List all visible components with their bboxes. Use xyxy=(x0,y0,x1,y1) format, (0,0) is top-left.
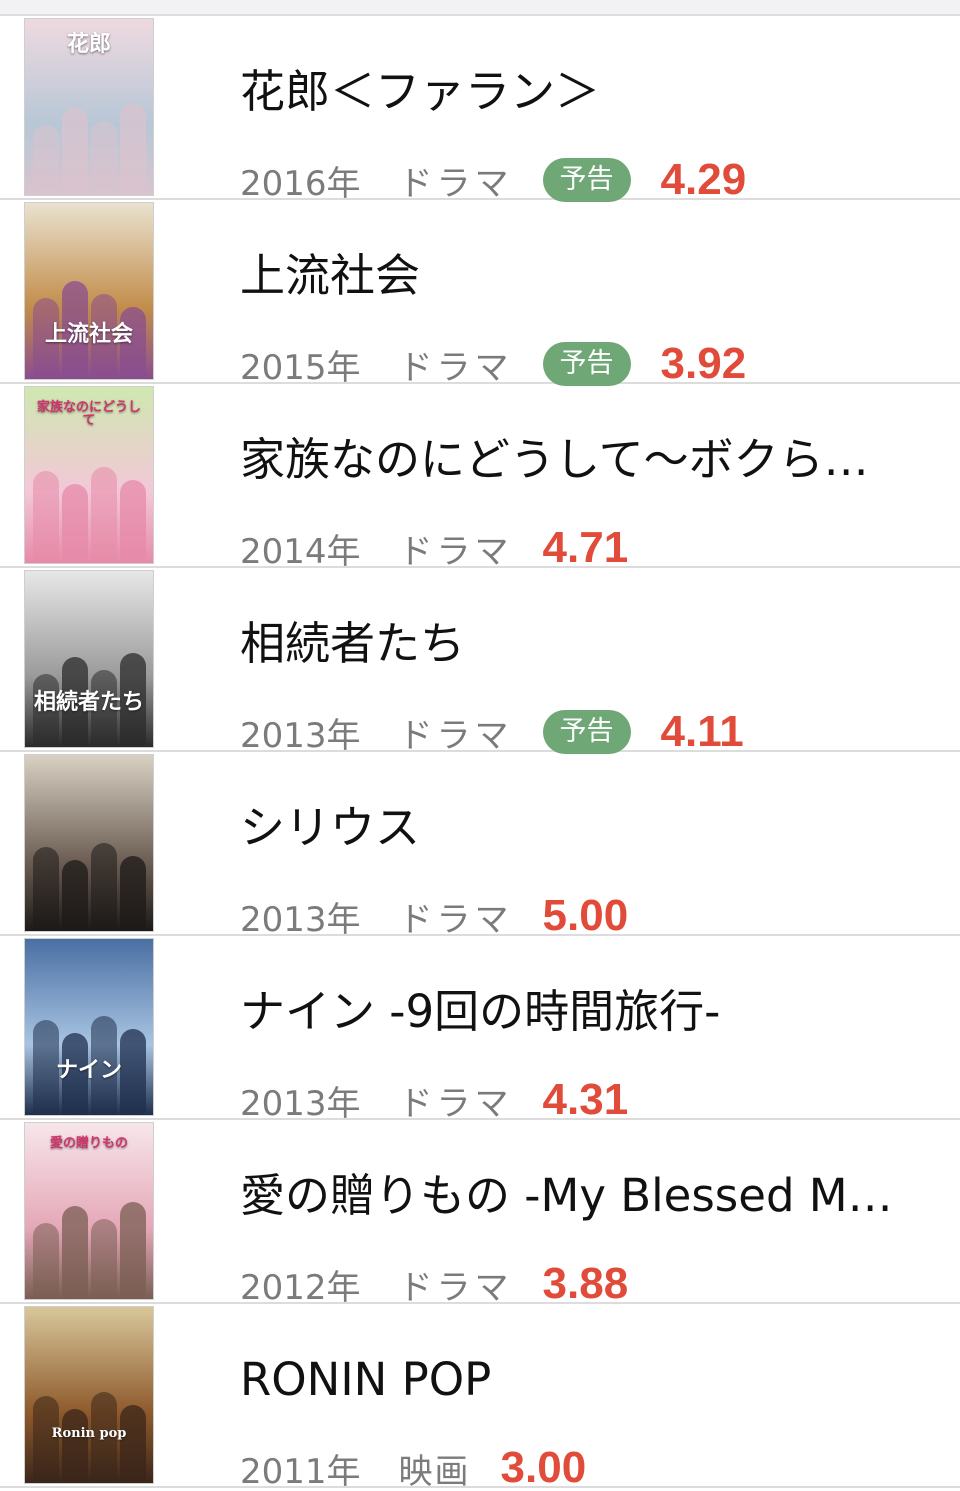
item-genre: ドラマ xyxy=(398,1083,513,1124)
trailer-badge[interactable]: 予告 xyxy=(542,158,631,202)
poster-figures xyxy=(25,461,153,563)
poster-title-text: 相続者たち xyxy=(33,689,144,715)
item-title: 花郎＜ファラン＞ xyxy=(240,65,601,118)
poster-thumbnail[interactable]: 相続者たち xyxy=(24,570,154,748)
poster-thumbnail[interactable] xyxy=(24,754,154,932)
poster-thumbnail[interactable]: Ronin pop xyxy=(24,1306,154,1484)
poster-title-text: ナイン xyxy=(55,1057,122,1083)
poster-figure xyxy=(120,1405,146,1483)
item-title: RONIN POP xyxy=(240,1353,492,1406)
poster-thumbnail[interactable]: 花郎 xyxy=(24,18,154,196)
item-genre: 映画 xyxy=(398,1451,471,1491)
poster-figure xyxy=(91,467,117,563)
poster-figures xyxy=(25,829,153,931)
item-title: 相続者たち xyxy=(240,617,466,670)
item-year: 2015年 xyxy=(240,347,361,388)
item-title: 家族なのにどうして〜ボクら… xyxy=(240,433,869,486)
item-rating: 5.00 xyxy=(542,891,629,940)
list-item[interactable]: 相続者たち 相続者たち 2013年 ドラマ 予告 4.11 xyxy=(0,568,960,756)
list-item[interactable]: 愛の贈りもの 愛の贈りもの -My Blessed M… 2012年 ドラマ 3… xyxy=(0,1120,960,1308)
poster-figure xyxy=(91,121,117,195)
item-genre: ドラマ xyxy=(398,1267,513,1308)
poster-title-text: Ronin pop xyxy=(51,1426,127,1441)
poster-figure xyxy=(33,471,59,563)
poster-figure xyxy=(62,1206,88,1299)
poster-figure xyxy=(62,484,88,563)
item-rating: 4.11 xyxy=(660,707,744,756)
item-rating: 4.71 xyxy=(542,523,629,572)
poster-title-text: 上流社会 xyxy=(44,321,133,347)
item-year: 2016年 xyxy=(240,163,361,204)
list-item[interactable]: 家族なのにどうして 家族なのにどうして〜ボクら… 2014年 ドラマ 4.71 xyxy=(0,384,960,572)
poster-thumbnail[interactable]: ナイン xyxy=(24,938,154,1116)
item-genre: ドラマ xyxy=(398,715,513,756)
trailer-badge[interactable]: 予告 xyxy=(542,710,631,754)
item-meta: 2011年 映画 3.00 xyxy=(240,1440,586,1491)
poster-figures xyxy=(25,1197,153,1299)
poster-figures xyxy=(25,93,153,195)
poster-thumbnail[interactable]: 家族なのにどうして xyxy=(24,386,154,564)
poster-thumbnail[interactable]: 上流社会 xyxy=(24,202,154,380)
poster-figure xyxy=(91,1219,117,1299)
list-item[interactable]: シリウス 2013年 ドラマ 5.00 xyxy=(0,752,960,940)
item-rating: 4.31 xyxy=(542,1075,629,1124)
item-genre: ドラマ xyxy=(398,163,513,204)
list-top-strip xyxy=(0,0,960,16)
item-rating: 4.29 xyxy=(660,155,747,204)
item-genre: ドラマ xyxy=(398,899,513,940)
poster-figure xyxy=(33,125,59,195)
item-title: 愛の贈りもの -My Blessed M… xyxy=(240,1169,893,1222)
item-genre: ドラマ xyxy=(398,347,513,388)
item-rating: 3.92 xyxy=(660,339,747,388)
poster-figure xyxy=(33,847,59,931)
item-rating: 3.00 xyxy=(500,1443,587,1491)
list-item[interactable]: 上流社会 上流社会 2015年 ドラマ 予告 3.92 xyxy=(0,200,960,388)
poster-figure xyxy=(62,860,88,931)
item-year: 2012年 xyxy=(240,1267,361,1308)
item-year: 2013年 xyxy=(240,1083,361,1124)
poster-title-text: 愛の贈りもの xyxy=(49,1136,128,1151)
poster-figure xyxy=(91,843,117,931)
item-year: 2011年 xyxy=(240,1451,361,1491)
item-year: 2014年 xyxy=(240,531,361,572)
poster-figure xyxy=(120,104,146,195)
poster-figure xyxy=(62,1409,88,1483)
title-list: 花郎 花郎＜ファラン＞ 2016年 ドラマ 予告 4.29 上流社会 上流社会 … xyxy=(0,16,960,1491)
item-year: 2013年 xyxy=(240,715,361,756)
item-genre: ドラマ xyxy=(398,531,513,572)
poster-title-text: 家族なのにどうして xyxy=(36,400,141,428)
item-title: 上流社会 xyxy=(240,249,421,302)
trailer-badge[interactable]: 予告 xyxy=(542,342,631,386)
item-rating: 3.88 xyxy=(542,1259,629,1308)
poster-figure xyxy=(33,1223,59,1299)
list-item[interactable]: ナイン ナイン -9回の時間旅行- 2013年 ドラマ 4.31 xyxy=(0,936,960,1124)
item-year: 2013年 xyxy=(240,899,361,940)
poster-figure xyxy=(120,480,146,563)
poster-figure xyxy=(120,856,146,931)
item-title: ナイン -9回の時間旅行- xyxy=(240,985,721,1038)
poster-thumbnail[interactable]: 愛の贈りもの xyxy=(24,1122,154,1300)
poster-figure xyxy=(120,1202,146,1299)
poster-title-text: 花郎 xyxy=(66,31,111,57)
item-title: シリウス xyxy=(240,801,421,854)
list-item[interactable]: Ronin pop RONIN POP 2011年 映画 3.00 xyxy=(0,1304,960,1491)
list-item[interactable]: 花郎 花郎＜ファラン＞ 2016年 ドラマ 予告 4.29 xyxy=(0,16,960,204)
poster-figure xyxy=(62,108,88,195)
